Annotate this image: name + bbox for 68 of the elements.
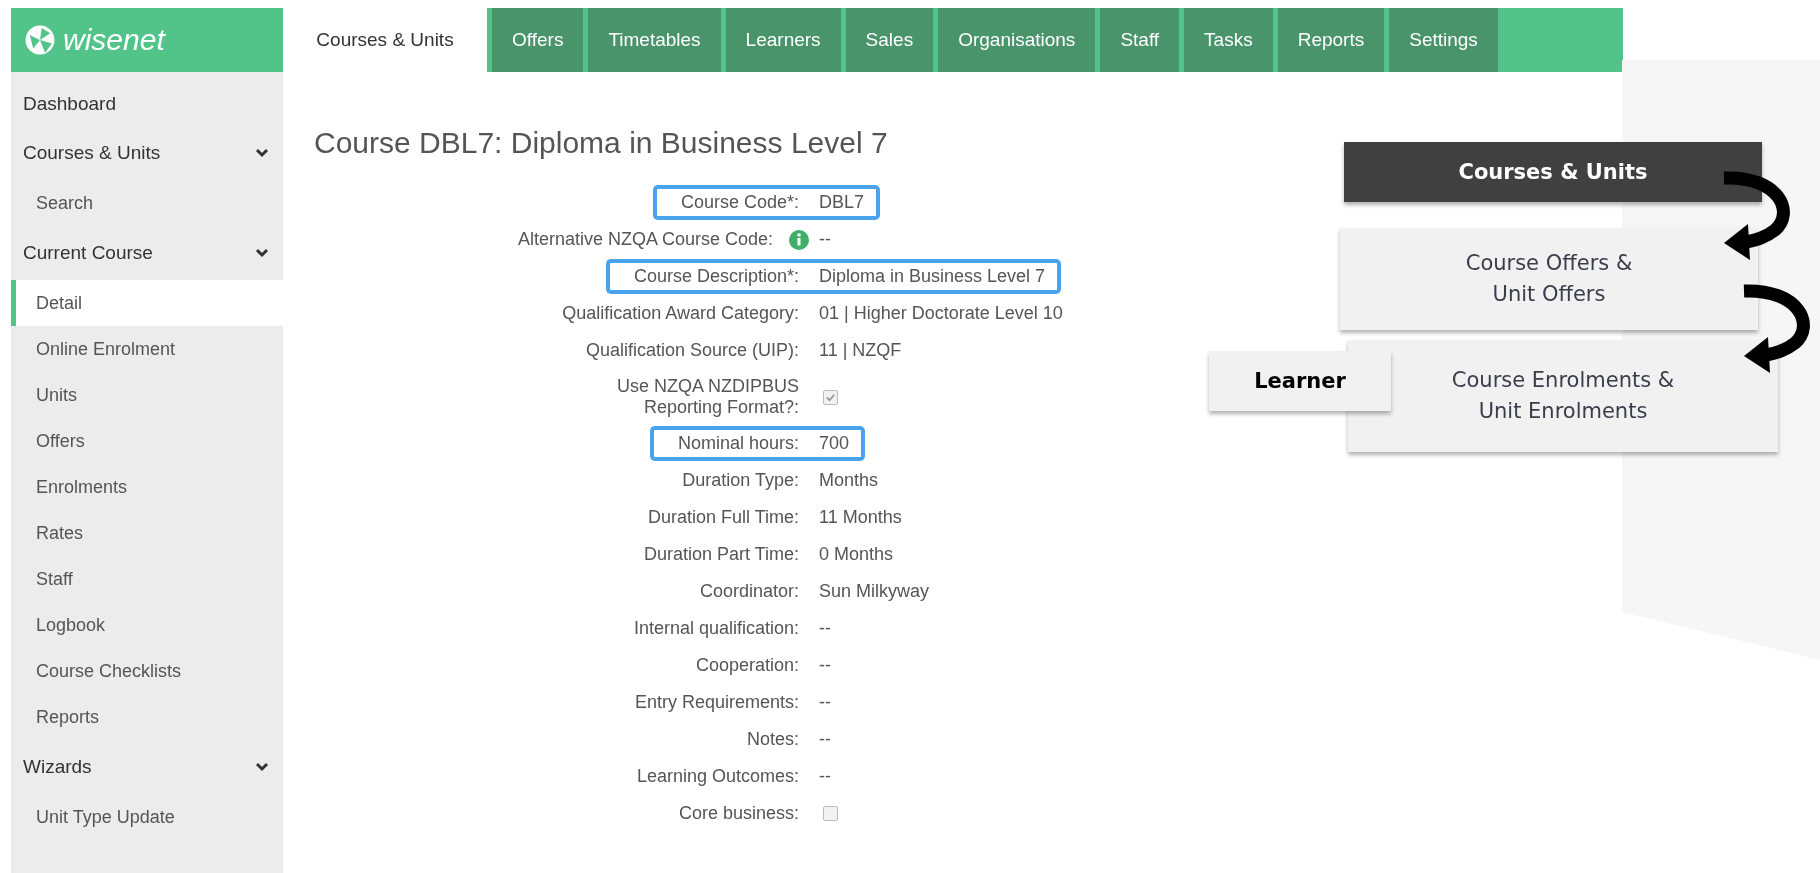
nav-tab[interactable]: Organisations (938, 8, 1096, 72)
nav-tab[interactable]: Sales (845, 8, 934, 72)
field-label: Qualification Source (UIP): (584, 339, 800, 362)
field-value: 11 | NZQF (818, 339, 903, 362)
diagram-box: Course Enrolments & Unit Enrolments (1348, 340, 1778, 452)
field-value: -- (818, 228, 832, 251)
field-label: Qualification Award Category: (561, 302, 800, 325)
sidebar-item[interactable]: Reports (11, 694, 283, 740)
field-label: Duration Full Time: (646, 506, 800, 529)
sidebar-item[interactable]: Enrolments (11, 464, 283, 510)
page-title: Course DBL7: Diploma in Business Level 7 (314, 126, 889, 160)
sidebar-item[interactable]: Course Checklists (11, 648, 283, 694)
field-value: -- (818, 654, 832, 677)
field-value: Diploma in Business Level 7 (809, 259, 1062, 294)
nav-tab[interactable]: Timetables (588, 8, 721, 72)
diagram-box: Course Offers & Unit Offers (1340, 228, 1758, 330)
field-value: 0 Months (818, 543, 895, 566)
field-label: Course Description*: (605, 259, 809, 294)
field-label: Notes: (745, 728, 800, 751)
nav-tab[interactable]: Staff (1100, 8, 1180, 72)
field-label: Use NZQA NZDIPBUS Reporting Format?: (615, 375, 800, 419)
nav-tab[interactable]: Tasks (1184, 8, 1273, 72)
nav-tab[interactable]: Reports (1277, 8, 1385, 72)
sidebar-item[interactable]: Staff (11, 556, 283, 602)
field-label: Core business: (677, 802, 800, 825)
field-value: 11 Months (818, 506, 903, 529)
field-value: 700 (809, 426, 866, 461)
field-value: Sun Milkyway (818, 580, 931, 603)
check-icon (825, 391, 836, 403)
nav-tab[interactable]: Settings (1389, 8, 1498, 72)
field-label: Course Code*: (652, 185, 809, 220)
checkbox[interactable] (823, 389, 838, 405)
field-label: Duration Part Time: (642, 543, 800, 566)
sidebar-section-header[interactable]: Courses & Units (11, 126, 283, 180)
field-label: Entry Requirements: (633, 691, 800, 714)
sidebar-item[interactable]: Online Enrolment (11, 326, 283, 372)
field-value: Months (818, 469, 880, 492)
field-value: -- (818, 691, 832, 714)
logo-icon (23, 23, 57, 57)
info-icon[interactable] (789, 229, 809, 250)
sidebar-item[interactable]: Dashboard (11, 82, 283, 126)
field-value: DBL7 (809, 185, 881, 220)
diagram-box: Learner (1209, 351, 1391, 411)
field-label: Coordinator: (698, 580, 800, 603)
sidebar-item[interactable]: Detail (11, 280, 283, 326)
field-label: Cooperation: (694, 654, 800, 677)
field-label: Duration Type: (681, 469, 800, 492)
sidebar-item[interactable]: Rates (11, 510, 283, 556)
field-value: -- (818, 728, 832, 751)
field-label: Nominal hours: (649, 426, 809, 461)
sidebar-item[interactable]: Unit Type Update (11, 794, 283, 840)
sidebar-item[interactable]: Logbook (11, 602, 283, 648)
diagram-box: Courses & Units (1344, 142, 1762, 202)
field-value: -- (818, 617, 832, 640)
checkbox[interactable] (823, 806, 838, 821)
field-label: Internal qualification: (632, 617, 800, 640)
field-value: -- (818, 765, 832, 788)
field-label: Learning Outcomes: (635, 765, 800, 788)
nav-tab[interactable]: Learners (725, 8, 841, 72)
sidebar-item[interactable]: Offers (11, 418, 283, 464)
nav-tab[interactable]: Offers (492, 8, 584, 72)
sidebar-section-header[interactable]: Current Course (11, 226, 283, 280)
sidebar-item[interactable]: Units (11, 372, 283, 418)
field-label: Alternative NZQA Course Code: (516, 228, 774, 251)
nav-tab[interactable]: Courses & Units (283, 8, 487, 72)
field-value: 01 | Higher Doctorate Level 10 (818, 302, 1064, 325)
sidebar-item[interactable]: Search (11, 180, 283, 226)
sidebar-section-header[interactable]: Wizards (11, 740, 283, 794)
